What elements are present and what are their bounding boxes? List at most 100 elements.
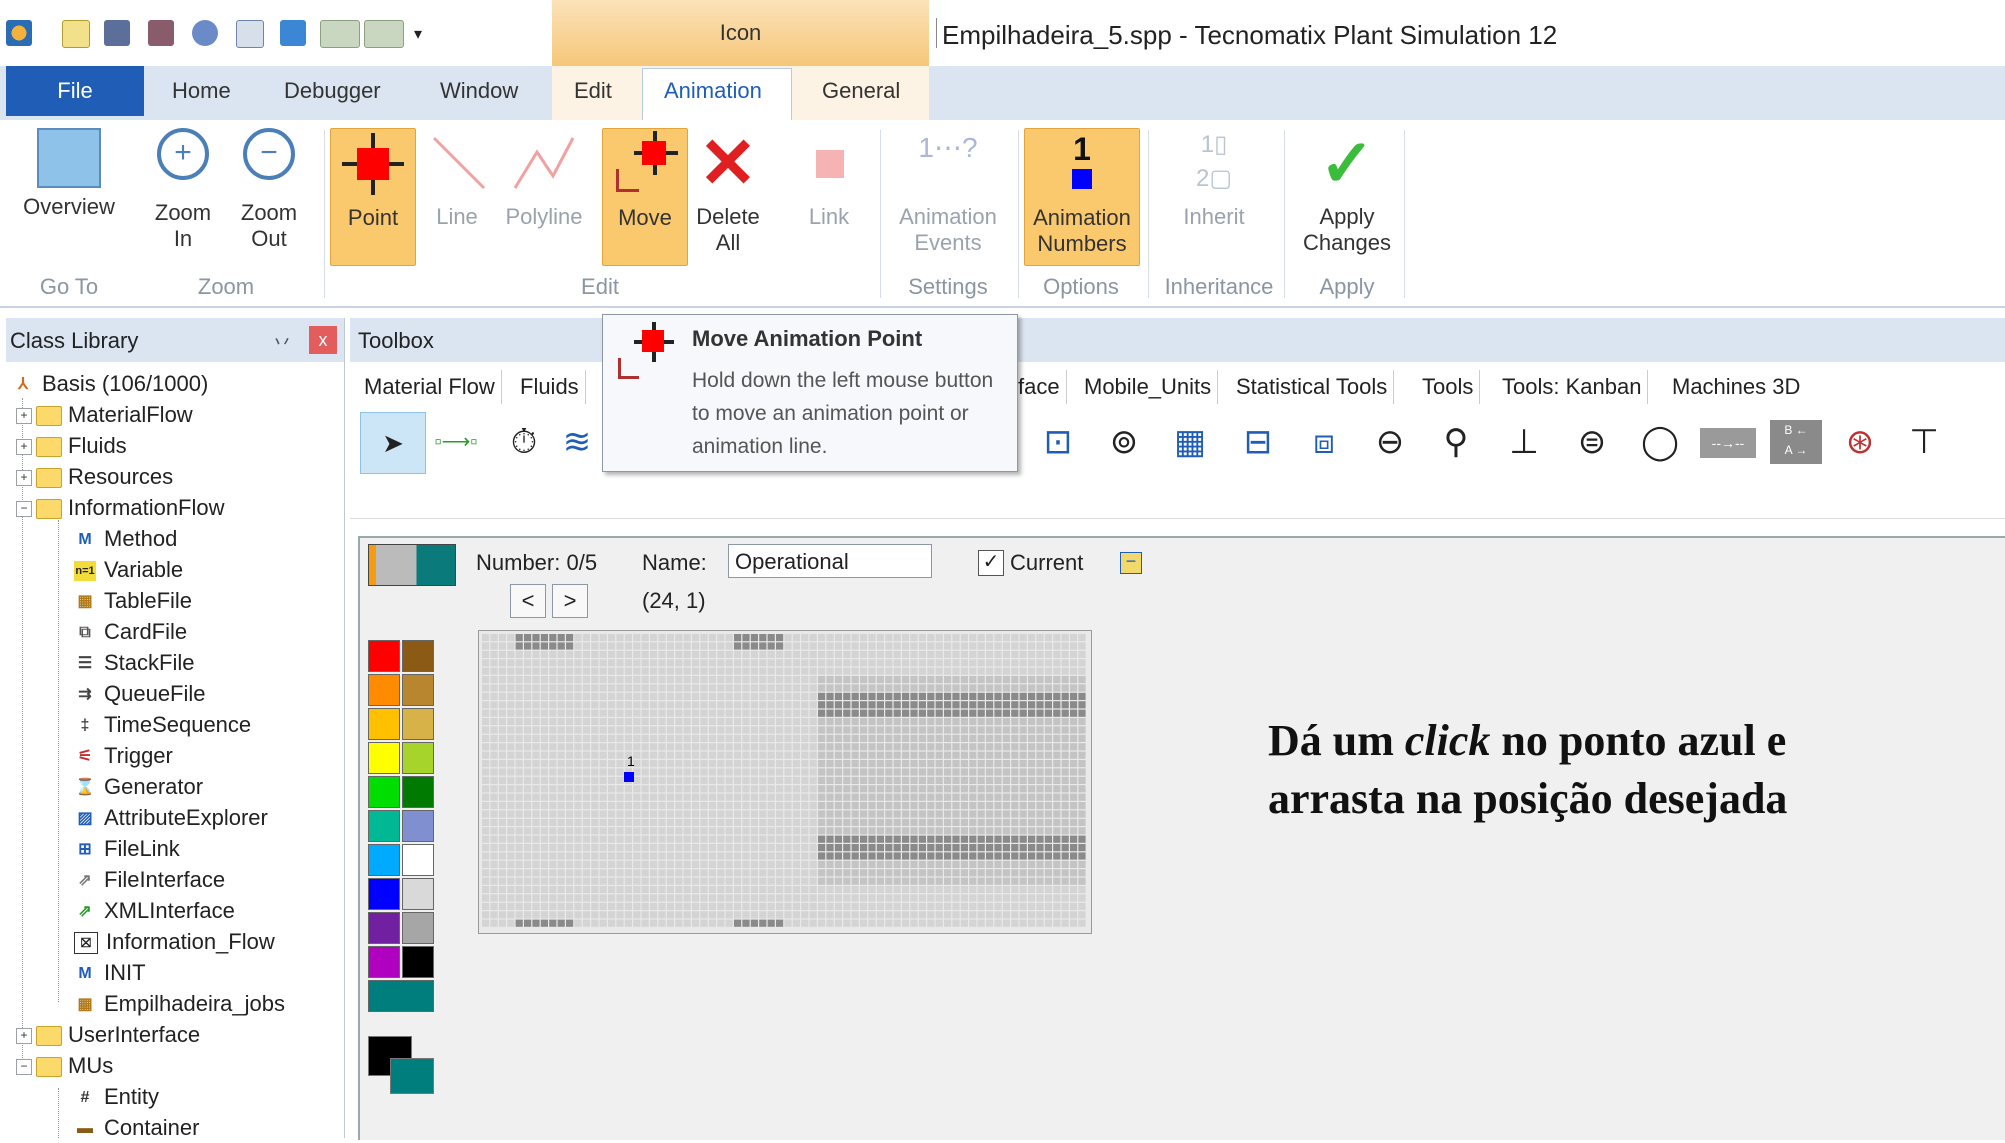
- grid-pixel[interactable]: [633, 793, 641, 801]
- grid-pixel[interactable]: [851, 852, 859, 860]
- grid-pixel[interactable]: [893, 911, 901, 919]
- grid-pixel[interactable]: [1053, 751, 1061, 759]
- grid-pixel[interactable]: [1070, 768, 1078, 776]
- grid-pixel[interactable]: [675, 718, 683, 726]
- grid-pixel[interactable]: [708, 877, 716, 885]
- grid-pixel[interactable]: [969, 852, 977, 860]
- grid-pixel[interactable]: [666, 852, 674, 860]
- grid-pixel[interactable]: [792, 810, 800, 818]
- grid-pixel[interactable]: [734, 659, 742, 667]
- grid-pixel[interactable]: [734, 676, 742, 684]
- grid-pixel[interactable]: [927, 886, 935, 894]
- grid-pixel[interactable]: [708, 902, 716, 910]
- grid-pixel[interactable]: [776, 726, 784, 734]
- grid-pixel[interactable]: [608, 869, 616, 877]
- grid-pixel[interactable]: [482, 634, 490, 642]
- connector-tool-icon[interactable]: ▫⟶▫: [430, 416, 482, 468]
- grid-pixel[interactable]: [1019, 810, 1027, 818]
- grid-pixel[interactable]: [977, 869, 985, 877]
- grid-pixel[interactable]: [927, 684, 935, 692]
- grid-pixel[interactable]: [624, 860, 632, 868]
- grid-pixel[interactable]: [809, 869, 817, 877]
- grid-pixel[interactable]: [927, 768, 935, 776]
- grid-pixel[interactable]: [784, 642, 792, 650]
- grid-pixel[interactable]: [717, 718, 725, 726]
- grid-pixel[interactable]: [994, 902, 1002, 910]
- grid-pixel[interactable]: [792, 902, 800, 910]
- grid-pixel[interactable]: [927, 667, 935, 675]
- grid-pixel[interactable]: [675, 835, 683, 843]
- grid-pixel[interactable]: [986, 659, 994, 667]
- grid-pixel[interactable]: [549, 844, 557, 852]
- grid-pixel[interactable]: [616, 827, 624, 835]
- grid-pixel[interactable]: [843, 869, 851, 877]
- grid-pixel[interactable]: [608, 902, 616, 910]
- grid-pixel[interactable]: [876, 894, 884, 902]
- grid-pixel[interactable]: [1028, 650, 1036, 658]
- grid-pixel[interactable]: [851, 919, 859, 927]
- grid-pixel[interactable]: [1070, 642, 1078, 650]
- grid-pixel[interactable]: [767, 886, 775, 894]
- grid-pixel[interactable]: [616, 869, 624, 877]
- grid-pixel[interactable]: [876, 667, 884, 675]
- grid-pixel[interactable]: [876, 886, 884, 894]
- grid-pixel[interactable]: [826, 768, 834, 776]
- grid-pixel[interactable]: [1061, 709, 1069, 717]
- grid-pixel[interactable]: [532, 634, 540, 642]
- grid-pixel[interactable]: [633, 659, 641, 667]
- grid-pixel[interactable]: [902, 726, 910, 734]
- grid-pixel[interactable]: [784, 751, 792, 759]
- grid-pixel[interactable]: [910, 743, 918, 751]
- grid-pixel[interactable]: [969, 650, 977, 658]
- grid-pixel[interactable]: [608, 911, 616, 919]
- grid-pixel[interactable]: [591, 718, 599, 726]
- grid-pixel[interactable]: [843, 776, 851, 784]
- grid-pixel[interactable]: [994, 894, 1002, 902]
- grid-pixel[interactable]: [801, 684, 809, 692]
- grid-pixel[interactable]: [1044, 659, 1052, 667]
- grid-pixel[interactable]: [818, 718, 826, 726]
- grid-pixel[interactable]: [490, 785, 498, 793]
- grid-pixel[interactable]: [960, 852, 968, 860]
- grid-pixel[interactable]: [641, 726, 649, 734]
- grid-pixel[interactable]: [490, 869, 498, 877]
- grid-pixel[interactable]: [952, 818, 960, 826]
- grid-pixel[interactable]: [1061, 734, 1069, 742]
- grid-pixel[interactable]: [893, 734, 901, 742]
- grid-pixel[interactable]: [658, 827, 666, 835]
- grid-pixel[interactable]: [490, 667, 498, 675]
- grid-pixel[interactable]: [650, 709, 658, 717]
- toolbox-tab-machines-3d[interactable]: Machines 3D: [1666, 370, 1806, 404]
- grid-pixel[interactable]: [986, 894, 994, 902]
- grid-pixel[interactable]: [960, 684, 968, 692]
- grid-pixel[interactable]: [692, 760, 700, 768]
- grid-pixel[interactable]: [818, 692, 826, 700]
- grid-pixel[interactable]: [759, 902, 767, 910]
- grid-pixel[interactable]: [910, 852, 918, 860]
- grid-pixel[interactable]: [860, 768, 868, 776]
- grid-pixel[interactable]: [683, 776, 691, 784]
- grid-pixel[interactable]: [1019, 785, 1027, 793]
- grid-pixel[interactable]: [860, 902, 868, 910]
- grid-pixel[interactable]: [918, 684, 926, 692]
- grid-pixel[interactable]: [717, 726, 725, 734]
- grid-pixel[interactable]: [759, 860, 767, 868]
- grid-pixel[interactable]: [935, 860, 943, 868]
- grid-pixel[interactable]: [885, 768, 893, 776]
- grid-pixel[interactable]: [549, 919, 557, 927]
- grid-pixel[interactable]: [969, 835, 977, 843]
- grid-pixel[interactable]: [725, 810, 733, 818]
- grid-pixel[interactable]: [1011, 692, 1019, 700]
- grid-pixel[interactable]: [1028, 852, 1036, 860]
- grid-pixel[interactable]: [616, 818, 624, 826]
- grid-pixel[interactable]: [885, 844, 893, 852]
- grid-pixel[interactable]: [927, 911, 935, 919]
- grid-pixel[interactable]: [717, 886, 725, 894]
- grid-pixel[interactable]: [994, 659, 1002, 667]
- grid-pixel[interactable]: [717, 835, 725, 843]
- grid-pixel[interactable]: [633, 768, 641, 776]
- grid-pixel[interactable]: [918, 659, 926, 667]
- grid-pixel[interactable]: [1036, 877, 1044, 885]
- grid-pixel[interactable]: [557, 844, 565, 852]
- grid-pixel[interactable]: [792, 911, 800, 919]
